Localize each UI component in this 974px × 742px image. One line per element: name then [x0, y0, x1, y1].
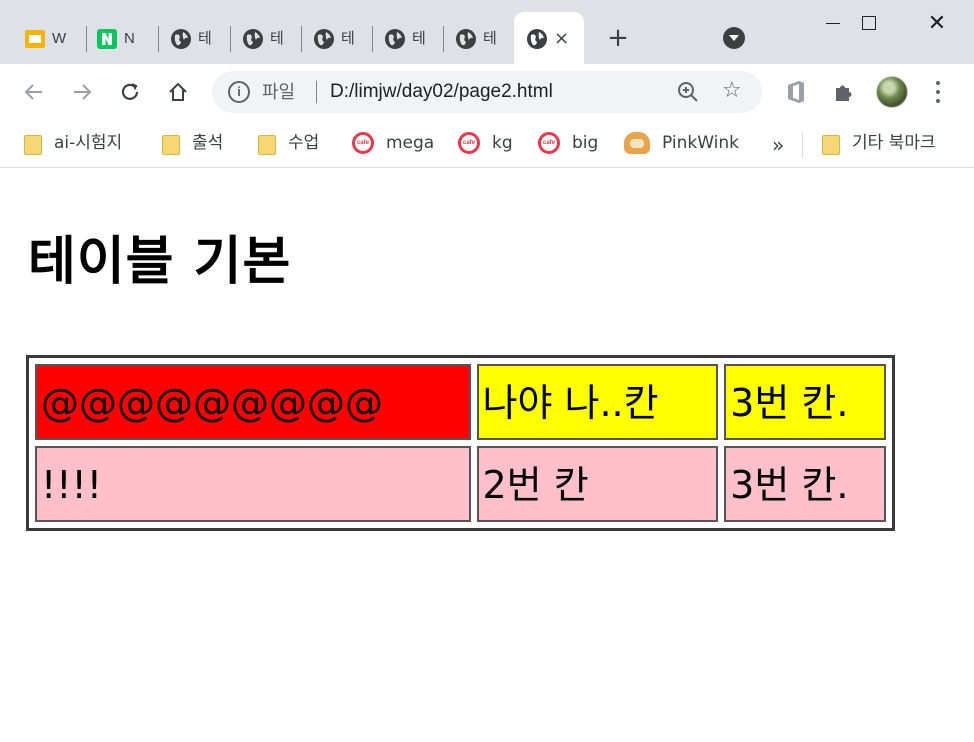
new-tab-button[interactable]: +: [604, 24, 632, 52]
page-content: 테이블 기본 @@@@@@@@@ 나야 나..칸 3번 칸. !!!! 2번 칸…: [0, 169, 974, 742]
tab-6-label: 테: [412, 30, 426, 47]
tab-7[interactable]: 테: [443, 12, 515, 64]
globe-icon: [526, 28, 548, 50]
table-cell: !!!!: [35, 446, 471, 522]
bookmark-pinkwink[interactable]: PinkWink: [624, 128, 739, 158]
tab-1[interactable]: W: [12, 12, 72, 64]
tab-strip: W N 테 테 테 테 테 × + ✕: [0, 0, 974, 64]
naver-icon: [96, 28, 118, 50]
bookmark-label: big: [572, 133, 599, 153]
tab-5[interactable]: 테: [301, 12, 373, 64]
globe-icon: [170, 28, 192, 50]
table-cell: @@@@@@@@@: [35, 364, 471, 440]
bookmarks-bar: ai-시험지 출석 수업 cafe mega cafe kg cafe big …: [0, 120, 974, 168]
browser-toolbar: i 파일 D:/limjw/day02/page2.html ☆: [0, 64, 974, 120]
tab-2-label: N: [124, 30, 135, 47]
demo-table: @@@@@@@@@ 나야 나..칸 3번 칸. !!!! 2번 칸 3번 칸.: [26, 355, 895, 531]
forward-button[interactable]: [66, 76, 98, 108]
globe-icon: [242, 28, 264, 50]
bookmark-label: 기타 북마크: [852, 133, 936, 153]
tab-3-label: 테: [198, 30, 212, 47]
home-button[interactable]: [162, 76, 194, 108]
extensions-puzzle-icon[interactable]: [828, 76, 860, 108]
menu-more-icon[interactable]: [928, 78, 948, 106]
back-button[interactable]: [18, 76, 50, 108]
bookmark-other[interactable]: 기타 북마크: [822, 128, 936, 158]
home-icon: [169, 82, 187, 101]
folder-icon: [258, 133, 276, 155]
tab-3[interactable]: 테: [158, 12, 230, 64]
cafe-icon: cafe: [458, 132, 480, 154]
globe-icon: [384, 28, 406, 50]
globe-icon: [313, 28, 335, 50]
tab-5-label: 테: [341, 30, 355, 47]
bookmark-big[interactable]: cafe big: [538, 128, 598, 158]
tab-2[interactable]: N: [84, 12, 148, 64]
tab-1-label: W: [52, 30, 67, 47]
bookmark-attendance[interactable]: 출석: [162, 128, 223, 158]
info-icon[interactable]: i: [228, 81, 250, 103]
table-row: !!!! 2번 칸 3번 칸.: [35, 446, 886, 522]
bookmark-label: 출석: [192, 133, 224, 153]
address-url[interactable]: D:/limjw/day02/page2.html: [330, 81, 553, 103]
tab-active[interactable]: ×: [514, 12, 584, 64]
folder-icon: [822, 133, 840, 155]
profile-avatar[interactable]: [876, 76, 908, 108]
bookmark-star-icon[interactable]: ☆: [722, 79, 742, 103]
bookmark-label: PinkWink: [662, 133, 739, 153]
bookmark-kg[interactable]: cafe kg: [458, 128, 513, 158]
window-close-button[interactable]: ✕: [902, 0, 972, 46]
close-tab-icon[interactable]: ×: [554, 28, 569, 50]
office-extension-icon[interactable]: [780, 76, 812, 108]
bookmark-label: 수업: [288, 133, 320, 153]
bookmark-mega[interactable]: cafe mega: [352, 128, 434, 158]
table-cell: 나야 나..칸: [476, 364, 719, 440]
tab-6[interactable]: 테: [372, 12, 444, 64]
table-cell: 2번 칸: [476, 446, 719, 522]
table-cell: 3번 칸.: [724, 446, 886, 522]
bookmark-label: mega: [386, 133, 435, 153]
pinkwink-icon: [624, 132, 650, 154]
bookmarks-overflow-button[interactable]: »: [772, 133, 784, 157]
address-scheme-label: 파일: [262, 82, 296, 102]
tab-search-icon[interactable]: [723, 27, 745, 49]
bookmark-class[interactable]: 수업: [258, 128, 319, 158]
folder-icon: [162, 133, 180, 155]
google-slides-icon: [24, 28, 46, 50]
maximize-icon: [862, 16, 876, 30]
table-row: @@@@@@@@@ 나야 나..칸 3번 칸.: [35, 364, 886, 440]
maximize-button[interactable]: [834, 0, 904, 46]
page-title: 테이블 기본: [28, 232, 292, 292]
forward-arrow-icon: [74, 84, 92, 100]
bookmark-label: kg: [492, 133, 513, 153]
reload-button[interactable]: [114, 76, 146, 108]
zoom-icon[interactable]: [676, 80, 700, 104]
table-cell: 3번 칸.: [724, 364, 886, 440]
tab-4-label: 테: [270, 30, 284, 47]
bookmark-label: ai-시험지: [54, 133, 123, 153]
globe-icon: [455, 28, 477, 50]
folder-icon: [24, 133, 42, 155]
cafe-icon: cafe: [352, 132, 374, 154]
address-bar[interactable]: i 파일 D:/limjw/day02/page2.html ☆: [212, 71, 762, 113]
reload-icon: [121, 83, 139, 100]
address-divider: [316, 81, 317, 103]
tab-4[interactable]: 테: [230, 12, 302, 64]
tab-7-label: 테: [483, 30, 497, 47]
back-arrow-icon: [24, 84, 42, 100]
bookmark-ai-test[interactable]: ai-시험지: [24, 128, 122, 158]
cafe-icon: cafe: [538, 132, 560, 154]
bookmarks-divider: [802, 132, 803, 158]
